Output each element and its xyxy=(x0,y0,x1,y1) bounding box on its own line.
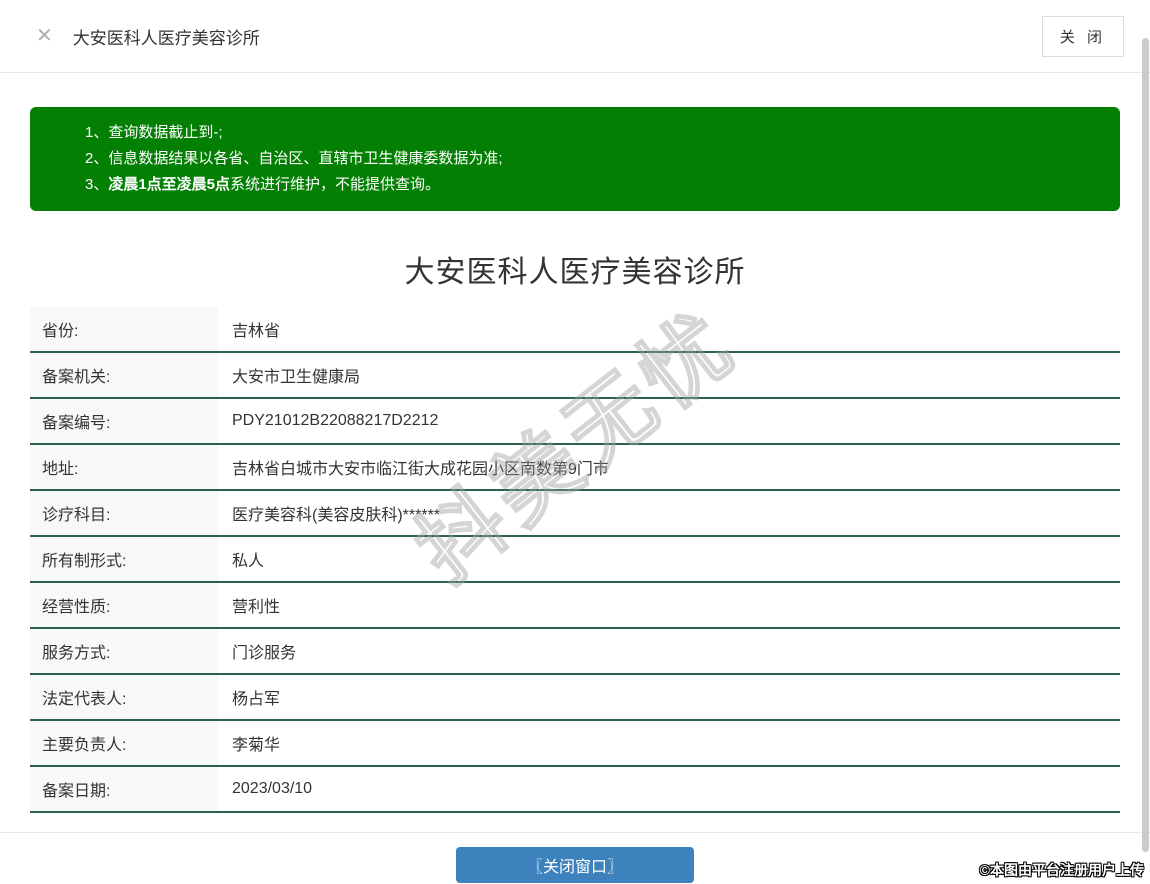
row-label: 省份: xyxy=(30,307,218,351)
row-value: 2023/03/10 xyxy=(232,780,313,797)
info-table: 省份: 吉林省 备案机关: 大安市卫生健康局 备案编号: PDY21012B22… xyxy=(30,307,1120,813)
row-value: 门诊服务 xyxy=(232,645,297,662)
notice-line-text: 系统进行维护，不能提供查询。 xyxy=(230,176,441,193)
row-value: 吉林省 xyxy=(232,323,281,340)
table-row-service-mode: 服务方式: 门诊服务 xyxy=(30,629,1120,675)
table-row-diagnosis-subjects: 诊疗科目: 医疗美容科(美容皮肤科)****** xyxy=(30,491,1120,537)
row-value: 杨占军 xyxy=(232,691,281,708)
row-label: 法定代表人: xyxy=(30,675,218,719)
row-value: PDY21012B22088217D2212 xyxy=(232,412,439,429)
row-value: 营利性 xyxy=(232,599,281,616)
table-row-main-person-in-charge: 主要负责人: 李菊华 xyxy=(30,721,1120,767)
row-label: 服务方式: xyxy=(30,629,218,673)
page-title: 大安医科人医疗美容诊所 xyxy=(404,256,746,289)
notice-line-number: 3、 xyxy=(85,176,109,193)
notice-line-number: 2、 xyxy=(85,150,109,167)
row-value: 医疗美容科(美容皮肤科)****** xyxy=(232,507,441,524)
scrollbar-thumb[interactable] xyxy=(1142,38,1149,852)
row-value: 李菊华 xyxy=(232,737,281,754)
table-row-filing-authority: 备案机关: 大安市卫生健康局 xyxy=(30,353,1120,399)
notice-line-text: 信息数据结果以各省、自治区、直辖市卫生健康委数据为准; xyxy=(108,150,503,167)
row-label: 诊疗科目: xyxy=(30,491,218,535)
table-row-business-nature: 经营性质: 营利性 xyxy=(30,583,1120,629)
notice-line-number: 1、 xyxy=(85,124,109,141)
close-button[interactable]: 关 闭 xyxy=(1041,15,1124,57)
table-row-ownership: 所有制形式: 私人 xyxy=(30,537,1120,583)
close-window-button[interactable]: 〖关闭窗口〗 xyxy=(456,847,694,883)
row-label: 备案日期: xyxy=(30,767,218,811)
notice-line-3: 3、凌晨1点至凌晨5点系统进行维护，不能提供查询。 xyxy=(85,172,1100,198)
row-label: 经营性质: xyxy=(30,583,218,627)
notice-line-text: 查询数据截止到-; xyxy=(108,124,223,141)
main-content: 1、查询数据截止到-; 2、信息数据结果以各省、自治区、直辖市卫生健康委数据为准… xyxy=(0,107,1150,883)
window-titlebar: ✕ 大安医科人医疗美容诊所 关 闭 xyxy=(0,0,1150,73)
copyright-watermark: ©本图由平台注册用户上传 xyxy=(979,862,1144,878)
notice-line-2: 2、信息数据结果以各省、自治区、直辖市卫生健康委数据为准; xyxy=(85,146,1100,172)
row-label: 地址: xyxy=(30,445,218,489)
row-value: 吉林省白城市大安市临江街大成花园小区南数第9门市 xyxy=(232,461,609,478)
close-x-icon[interactable]: ✕ xyxy=(36,26,53,46)
table-row-filing-number: 备案编号: PDY21012B22088217D2212 xyxy=(30,399,1120,445)
notice-line-bold-text: 凌晨1点至凌晨5点 xyxy=(108,176,231,193)
table-row-filing-date: 备案日期: 2023/03/10 xyxy=(30,767,1120,813)
notice-box: 1、查询数据截止到-; 2、信息数据结果以各省、自治区、直辖市卫生健康委数据为准… xyxy=(30,107,1120,211)
row-label: 备案编号: xyxy=(30,399,218,443)
row-label: 主要负责人: xyxy=(30,721,218,765)
table-row-legal-representative: 法定代表人: 杨占军 xyxy=(30,675,1120,721)
row-value: 大安市卫生健康局 xyxy=(232,369,361,386)
table-row-address: 地址: 吉林省白城市大安市临江街大成花园小区南数第9门市 xyxy=(30,445,1120,491)
row-value: 私人 xyxy=(232,553,265,570)
window-title: 大安医科人医疗美容诊所 xyxy=(72,28,260,48)
notice-line-1: 1、查询数据截止到-; xyxy=(85,120,1100,146)
row-label: 备案机关: xyxy=(30,353,218,397)
footer: 〖关闭窗口〗 xyxy=(30,833,1120,883)
row-label: 所有制形式: xyxy=(30,537,218,581)
table-row-province: 省份: 吉林省 xyxy=(30,307,1120,353)
